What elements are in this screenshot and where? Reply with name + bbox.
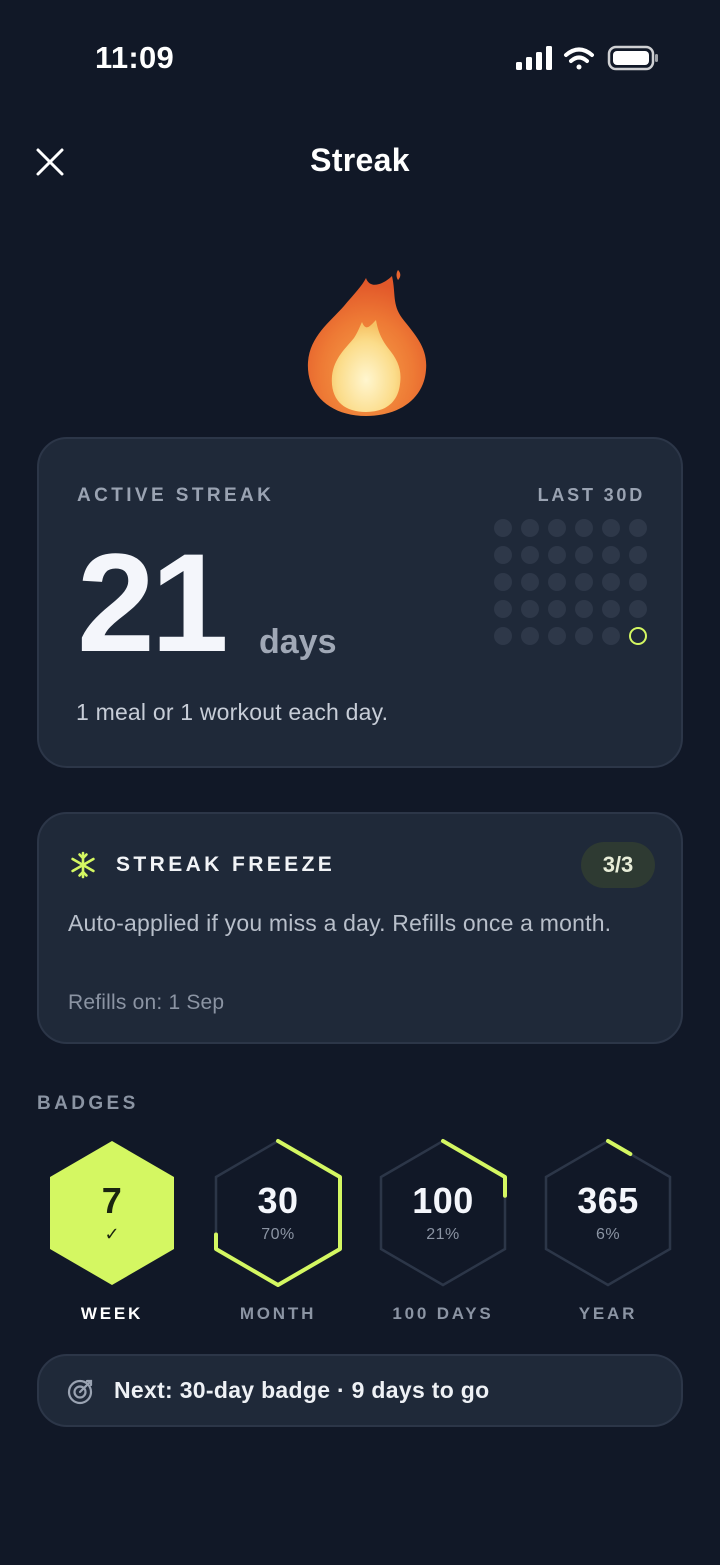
- badge-value: 7: [101, 1180, 123, 1221]
- calendar-day-today: [629, 627, 647, 645]
- calendar-day: [629, 573, 647, 591]
- badge-progress-percent: 70%: [261, 1226, 295, 1243]
- last-30d-label: LAST 30D: [537, 485, 645, 505]
- calendar-day: [521, 519, 539, 537]
- badge-value: 365: [577, 1180, 639, 1221]
- calendar-day: [575, 546, 593, 564]
- snowflake-icon: [69, 851, 97, 879]
- streak-count: 21: [77, 524, 229, 681]
- next-badge-banner[interactable]: Next: 30-day badge · 9 days to go: [37, 1354, 683, 1427]
- badge-100-days[interactable]: 100 21%: [376, 1136, 510, 1290]
- freeze-refill-date: Refills on: 1 Sep: [68, 991, 225, 1014]
- signal-icon: [516, 46, 552, 70]
- wifi-icon: [564, 47, 594, 70]
- calendar-day: [629, 519, 647, 537]
- calendar-day: [521, 627, 539, 645]
- streak-freeze-card: STREAK FREEZE 3/3 Auto-applied if you mi…: [37, 812, 683, 1044]
- calendar-day: [494, 627, 512, 645]
- calendar-day: [494, 600, 512, 618]
- calendar-day: [521, 600, 539, 618]
- streak-unit: days: [259, 623, 337, 661]
- status-time: 11:09: [95, 40, 175, 75]
- last-30-days-calendar: [494, 519, 650, 645]
- calendar-day: [575, 600, 593, 618]
- calendar-day: [548, 519, 566, 537]
- badge-caption-week: WEEK: [80, 1304, 144, 1323]
- battery-icon: [607, 45, 658, 71]
- badge-caption-month: MONTH: [239, 1304, 317, 1323]
- active-streak-card: ACTIVE STREAK LAST 30D 21 days 1 meal or…: [37, 437, 683, 768]
- page-title: Streak: [310, 142, 410, 178]
- target-icon: [66, 1378, 94, 1406]
- calendar-day: [575, 573, 593, 591]
- calendar-day: [602, 519, 620, 537]
- badge-progress-percent: 6%: [595, 1226, 621, 1243]
- badge-year[interactable]: 365 6%: [541, 1136, 675, 1290]
- check-icon: ✓: [104, 1224, 120, 1244]
- calendar-day: [602, 627, 620, 645]
- calendar-day: [629, 546, 647, 564]
- calendar-day: [629, 600, 647, 618]
- calendar-day: [494, 519, 512, 537]
- badge-caption-year: YEAR: [578, 1304, 638, 1323]
- badge-value: 100: [412, 1180, 474, 1221]
- streak-freeze-title: STREAK FREEZE: [116, 853, 336, 876]
- badge-progress-percent: 21%: [426, 1226, 460, 1243]
- status-icons: [514, 44, 660, 74]
- badge-week[interactable]: 7 ✓: [45, 1136, 179, 1290]
- calendar-day: [575, 519, 593, 537]
- calendar-day: [548, 573, 566, 591]
- calendar-day: [521, 573, 539, 591]
- freeze-description: Auto-applied if you miss a day. Refills …: [68, 910, 612, 936]
- calendar-day: [548, 546, 566, 564]
- calendar-day: [494, 546, 512, 564]
- calendar-day: [494, 573, 512, 591]
- calendar-day: [575, 627, 593, 645]
- calendar-day: [548, 627, 566, 645]
- next-badge-text: Next: 30-day badge · 9 days to go: [114, 1377, 490, 1403]
- status-bar: 11:09: [0, 0, 720, 110]
- calendar-day: [602, 600, 620, 618]
- badge-caption-100-days: 100 DAYS: [392, 1304, 494, 1323]
- badges-section-label: BADGES: [37, 1093, 139, 1114]
- freeze-count-badge: 3/3: [581, 842, 655, 888]
- calendar-day: [602, 546, 620, 564]
- calendar-day: [548, 600, 566, 618]
- calendar-day: [602, 573, 620, 591]
- active-streak-label: ACTIVE STREAK: [77, 485, 275, 506]
- calendar-day: [521, 546, 539, 564]
- flame-icon: [300, 266, 432, 422]
- badge-month[interactable]: 30 70%: [211, 1136, 345, 1290]
- streak-rule: 1 meal or 1 workout each day.: [76, 699, 389, 725]
- badge-value: 30: [257, 1180, 299, 1221]
